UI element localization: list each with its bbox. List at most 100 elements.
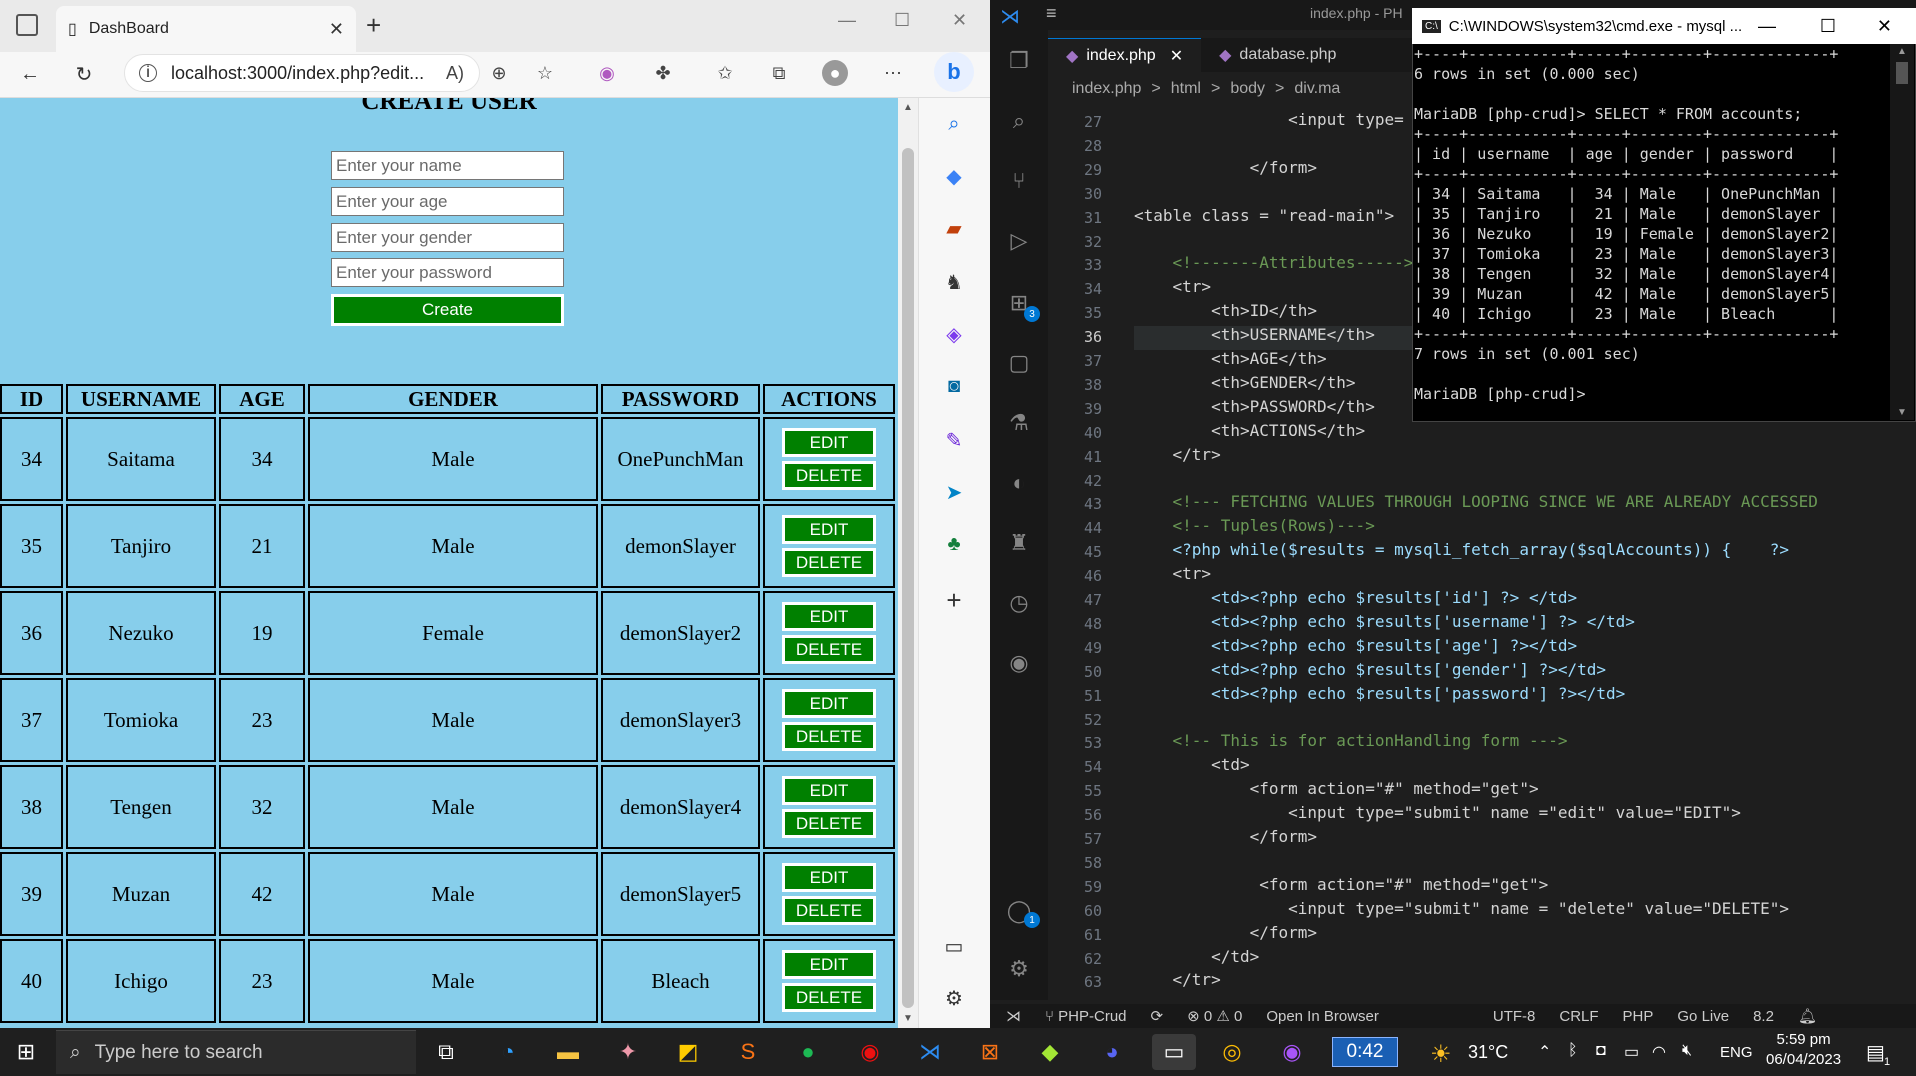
refresh-icon[interactable]: ↻ <box>66 57 102 93</box>
tab-index-php[interactable]: ◆ index.php ✕ <box>1048 38 1202 72</box>
maximize-icon[interactable]: ☐ <box>894 10 910 31</box>
cmd-close-icon[interactable]: ✕ <box>1877 16 1892 37</box>
code-line[interactable]: </form> <box>1134 923 1317 942</box>
profile-avatar[interactable]: ● <box>822 60 848 86</box>
microsoft365-icon[interactable]: ◈ <box>938 318 970 350</box>
browser-tab[interactable]: ▯ DashBoard ✕ <box>56 6 356 52</box>
tab-close-icon[interactable]: ✕ <box>329 19 344 40</box>
code-line[interactable]: <td><?php echo $results['password'] ?></… <box>1134 684 1625 703</box>
code-line[interactable]: <input type="submit" name = "delete" val… <box>1134 899 1789 918</box>
sync-icon[interactable]: ⟳ <box>1151 1007 1164 1025</box>
weather-icon[interactable]: ☀ <box>1430 1040 1452 1069</box>
close-icon[interactable]: ✕ <box>952 10 967 31</box>
explorer-icon[interactable]: ❐ <box>1002 44 1036 78</box>
eol-status[interactable]: CRLF <box>1559 1008 1598 1025</box>
password-input[interactable] <box>331 258 564 287</box>
code-line[interactable]: <td><?php echo $results['gender'] ?></td… <box>1134 660 1606 679</box>
code-line[interactable]: <!-------Attributes-----> <box>1134 253 1414 272</box>
code-line[interactable]: </tr> <box>1134 970 1221 989</box>
record-icon[interactable]: ◉ <box>852 1034 888 1070</box>
cmd-minimize-icon[interactable]: — <box>1758 16 1776 37</box>
sidebar-panel-icon[interactable]: ▭ <box>938 930 970 962</box>
app-icon[interactable]: ✦ <box>610 1034 646 1070</box>
cmd-output[interactable]: +----+-----------+-----+--------+-------… <box>1414 44 1890 420</box>
delete-button[interactable]: DELETE <box>782 896 876 925</box>
create-button[interactable]: Create <box>331 294 564 326</box>
code-line[interactable]: <th>USERNAME</th> <box>1134 325 1375 344</box>
testing-icon[interactable]: ⚗ <box>1002 406 1036 440</box>
tools-icon[interactable]: ▰ <box>938 212 970 244</box>
manage-gear-icon[interactable]: ⚙ <box>1002 952 1036 986</box>
edit-button[interactable]: EDIT <box>782 776 876 805</box>
windows-start-icon[interactable]: ⊞ <box>8 1034 44 1070</box>
problems-status[interactable]: ⊗ 0 ⚠ 0 <box>1187 1007 1242 1025</box>
edit-button[interactable]: EDIT <box>782 689 876 718</box>
source-control-icon[interactable]: ⑂ <box>1002 164 1036 198</box>
minimize-icon[interactable]: — <box>838 10 856 31</box>
remote-explorer-icon[interactable]: ▢ <box>1002 346 1036 380</box>
timeline-icon[interactable]: ◷ <box>1002 586 1036 620</box>
search-icon[interactable]: ⌕ <box>938 108 970 140</box>
read-aloud-icon[interactable]: A) <box>442 60 468 86</box>
tab-actions-icon[interactable] <box>16 14 38 36</box>
spotify-icon[interactable]: ● <box>790 1034 826 1070</box>
back-icon[interactable]: ← <box>12 57 48 93</box>
task-view-icon[interactable]: ⧉ <box>428 1034 464 1070</box>
code-line[interactable]: <td><?php echo $results['id'] ?> </td> <box>1134 588 1577 607</box>
code-line[interactable]: <table class = "read-main"> <box>1134 206 1394 225</box>
xampp-icon[interactable]: ⊠ <box>972 1034 1008 1070</box>
breadcrumb-item[interactable]: html <box>1171 80 1201 98</box>
tab-close-icon[interactable]: ✕ <box>1170 46 1183 66</box>
file-explorer-icon[interactable]: ▬ <box>550 1034 586 1070</box>
add-favorite-icon[interactable]: ☆ <box>532 60 558 86</box>
code-line[interactable]: <form action="#" method="get"> <box>1134 779 1539 798</box>
wifi-icon[interactable]: ◠ <box>1652 1042 1666 1062</box>
code-line[interactable]: </td> <box>1134 947 1259 966</box>
system-clock[interactable]: 5:59 pm 06/04/2023 <box>1766 1030 1841 1070</box>
add-sidebar-icon[interactable]: + <box>938 584 970 616</box>
code-line[interactable]: </form> <box>1134 158 1317 177</box>
github-icon[interactable]: ◉ <box>1002 646 1036 680</box>
favorites-icon[interactable]: ✩ <box>712 60 738 86</box>
delete-button[interactable]: DELETE <box>782 983 876 1012</box>
branch-status[interactable]: ⑂ PHP-Crud <box>1045 1008 1127 1025</box>
tab-database-php[interactable]: ◆ database.php <box>1201 38 1354 72</box>
code-line[interactable]: </tr> <box>1134 445 1221 464</box>
collections-icon[interactable]: ⧉ <box>766 60 792 86</box>
php-version-status[interactable]: 8.2 <box>1753 1008 1774 1025</box>
code-line[interactable]: <form action="#" method="get"> <box>1134 875 1548 894</box>
cmd-maximize-icon[interactable]: ☐ <box>1820 16 1836 37</box>
extensions-icon[interactable]: ✤ <box>650 60 676 86</box>
input-language[interactable]: ENG <box>1720 1044 1753 1061</box>
timer-widget[interactable]: 0:42 <box>1332 1037 1398 1067</box>
delete-button[interactable]: DELETE <box>782 461 876 490</box>
search-icon[interactable]: ⌕ <box>1002 104 1036 138</box>
code-line[interactable]: <!-- Tuples(Rows)---> <box>1134 516 1375 535</box>
code-line[interactable]: <th>ID</th> <box>1134 301 1317 320</box>
new-tab-button[interactable]: + <box>366 10 381 41</box>
code-line[interactable]: <tr> <box>1134 277 1212 296</box>
send-icon[interactable]: ➤ <box>938 476 970 508</box>
bluetooth-icon[interactable]: ᛒ <box>1568 1042 1578 1060</box>
edit-button[interactable]: EDIT <box>782 602 876 631</box>
code-line[interactable]: <!--- FETCHING VALUES THROUGH LOOPING SI… <box>1134 492 1818 511</box>
edit-button[interactable]: EDIT <box>782 863 876 892</box>
breadcrumb-item[interactable]: div.ma <box>1294 80 1340 98</box>
gender-input[interactable] <box>331 223 564 252</box>
breadcrumb-item[interactable]: body <box>1230 80 1265 98</box>
delete-button[interactable]: DELETE <box>782 722 876 751</box>
more-icon[interactable]: ⋯ <box>880 60 906 86</box>
name-input[interactable] <box>331 151 564 180</box>
code-line[interactable]: <td><?php echo $results['age'] ?></td> <box>1134 636 1577 655</box>
code-line[interactable]: <tr> <box>1134 564 1212 583</box>
scrollbar-thumb[interactable] <box>902 148 914 1008</box>
delete-button[interactable]: DELETE <box>782 548 876 577</box>
git-icon[interactable]: ◆ <box>1032 1034 1068 1070</box>
golive-status[interactable]: Go Live <box>1677 1008 1729 1025</box>
info-icon[interactable]: i <box>139 64 157 82</box>
terminal-app-icon[interactable]: ▭ <box>1152 1034 1196 1070</box>
show-hidden-icons-icon[interactable]: ⌃ <box>1538 1042 1551 1062</box>
delete-button[interactable]: DELETE <box>782 635 876 664</box>
settings-gear-icon[interactable]: ⚙ <box>938 982 970 1014</box>
games-icon[interactable]: ♞ <box>938 266 970 298</box>
